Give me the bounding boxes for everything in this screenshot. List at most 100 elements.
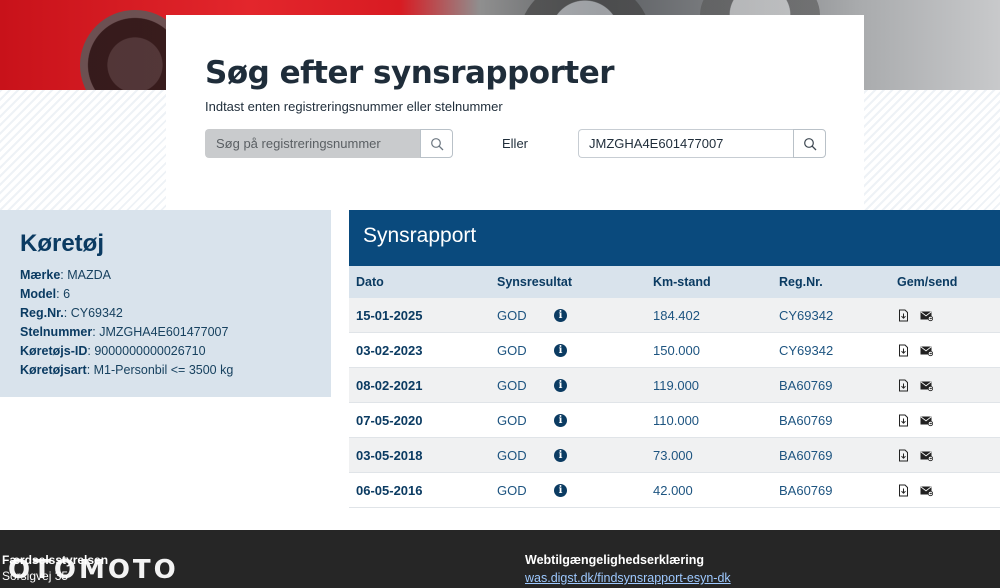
page-title: Søg efter synsrapporter: [205, 55, 615, 91]
table-row[interactable]: 15-01-2025 GOD i 184.402 CY69342: [349, 298, 1000, 333]
table-row[interactable]: 07-05-2020 GOD i 110.000 BA60769: [349, 403, 1000, 438]
vehicle-reg-number: Reg.Nr.: CY69342: [20, 306, 123, 320]
vehicle-panel: Køretøj Mærke: MAZDA Model: 6 Reg.Nr.: C…: [0, 210, 331, 397]
vehicle-field-value: JMZGHA4E601477007: [99, 325, 229, 339]
download-icon[interactable]: [897, 484, 910, 497]
inspection-report-section: Synsrapport Dato Synsresultat Km-stand R…: [349, 210, 1000, 508]
or-label: Eller: [502, 136, 529, 151]
vin-input[interactable]: JMZGHA4E601477007: [578, 129, 793, 158]
reg-search-group: Søg på registreringsnummer: [205, 129, 453, 158]
cell-result: GOD i: [497, 343, 653, 358]
result-text: GOD: [497, 342, 527, 358]
vehicle-make: Mærke: MAZDA: [20, 268, 111, 282]
cell-date[interactable]: 06-05-2016: [349, 483, 497, 498]
cell-km: 42.000: [653, 482, 693, 498]
column-header-result: Synsresultat: [497, 275, 573, 289]
cell-actions: [897, 309, 997, 322]
reg-number-input[interactable]: Søg på registreringsnummer: [205, 129, 420, 158]
download-icon[interactable]: [897, 344, 910, 357]
email-send-icon[interactable]: [920, 344, 933, 357]
vin-search-button[interactable]: [793, 129, 826, 158]
table-row[interactable]: 03-02-2023 GOD i 150.000 CY69342: [349, 333, 1000, 368]
result-text: GOD: [497, 447, 527, 463]
search-subtitle: Indtast enten registreringsnummer eller …: [205, 99, 503, 114]
info-icon[interactable]: i: [554, 378, 567, 392]
email-send-icon[interactable]: [920, 309, 933, 322]
email-send-icon[interactable]: [920, 449, 933, 462]
result-text: GOD: [497, 482, 527, 498]
cell-reg: BA60769: [779, 482, 833, 498]
cell-result: GOD i: [497, 308, 653, 323]
vehicle-field-label: Køretøjs-ID: [20, 344, 88, 358]
info-icon[interactable]: i: [554, 483, 567, 497]
email-send-icon[interactable]: [920, 379, 933, 392]
email-send-icon[interactable]: [920, 414, 933, 427]
table-row[interactable]: 08-02-2021 GOD i 119.000 BA60769: [349, 368, 1000, 403]
download-icon[interactable]: [897, 309, 910, 322]
column-header-date: Dato: [356, 275, 384, 289]
table-row[interactable]: 03-05-2018 GOD i 73.000 BA60769: [349, 438, 1000, 473]
vehicle-field-value: 6: [63, 287, 71, 301]
cell-date[interactable]: 08-02-2021: [349, 378, 497, 393]
cell-km: 73.000: [653, 447, 693, 463]
vehicle-type: Køretøjsart: M1-Personbil <= 3500 kg: [20, 363, 234, 377]
info-icon[interactable]: i: [554, 343, 567, 357]
accessibility-title: Webtilgængelighedserklæring: [525, 553, 704, 567]
vin-search-group: JMZGHA4E601477007: [578, 129, 826, 158]
cell-km: 184.402: [653, 307, 700, 323]
cell-reg: CY69342: [779, 342, 834, 358]
table-header: Dato Synsresultat Km-stand Reg.Nr. Gem/s…: [349, 266, 1000, 298]
column-header-km: Km-stand: [653, 275, 711, 289]
cell-km: 110.000: [653, 412, 700, 428]
column-header-reg: Reg.Nr.: [779, 275, 823, 289]
vehicle-field-value: CY69342: [70, 306, 123, 320]
download-icon[interactable]: [897, 414, 910, 427]
cell-actions: [897, 484, 997, 497]
result-text: GOD: [497, 412, 527, 428]
download-icon[interactable]: [897, 379, 910, 392]
search-icon: [430, 137, 443, 150]
reg-search-button[interactable]: [420, 129, 453, 158]
cell-reg: CY69342: [779, 307, 834, 323]
cell-result: GOD i: [497, 483, 653, 498]
vehicle-vin: Stelnummer: JMZGHA4E601477007: [20, 325, 229, 339]
cell-actions: [897, 344, 997, 357]
vehicle-field-value: 9000000000026710: [94, 344, 206, 358]
cell-actions: [897, 449, 997, 462]
vehicle-title: Køretøj: [20, 230, 104, 257]
vehicle-id: Køretøjs-ID: 9000000000026710: [20, 344, 206, 358]
cell-reg: BA60769: [779, 447, 833, 463]
cell-actions: [897, 414, 997, 427]
table-row[interactable]: 06-05-2016 GOD i 42.000 BA60769: [349, 473, 1000, 508]
vehicle-field-value: M1-Personbil <= 3500 kg: [93, 363, 234, 377]
cell-date[interactable]: 15-01-2025: [349, 308, 497, 323]
download-icon[interactable]: [897, 449, 910, 462]
cell-km: 150.000: [653, 342, 700, 358]
cell-result: GOD i: [497, 378, 653, 393]
cell-date[interactable]: 07-05-2020: [349, 413, 497, 428]
vehicle-field-label: Mærke: [20, 268, 61, 282]
report-rows: 15-01-2025 GOD i 184.402 CY69342 03-02-2023 GO…: [349, 298, 1000, 508]
cell-km: 119.000: [653, 377, 700, 393]
vehicle-field-label: Stelnummer: [20, 325, 93, 339]
vehicle-model: Model: 6: [20, 287, 71, 301]
vehicle-field-label: Køretøjsart: [20, 363, 87, 377]
email-send-icon[interactable]: [920, 484, 933, 497]
vehicle-field-label: Reg.Nr.: [20, 306, 64, 320]
cell-result: GOD i: [497, 413, 653, 428]
cell-date[interactable]: 03-02-2023: [349, 343, 497, 358]
cell-reg: BA60769: [779, 377, 833, 393]
column-header-save-send: Gem/send: [897, 275, 958, 289]
result-text: GOD: [497, 377, 527, 393]
info-icon[interactable]: i: [554, 308, 567, 322]
info-icon[interactable]: i: [554, 448, 567, 462]
search-icon: [803, 137, 816, 150]
cell-result: GOD i: [497, 448, 653, 463]
info-icon[interactable]: i: [554, 413, 567, 427]
cell-date[interactable]: 03-05-2018: [349, 448, 497, 463]
cell-actions: [897, 379, 997, 392]
accessibility-link[interactable]: was.digst.dk/findsynsrapport-esyn-dk: [525, 569, 731, 587]
vehicle-field-label: Model: [20, 287, 57, 301]
search-card: Søg efter synsrapporter Indtast enten re…: [166, 15, 864, 210]
vehicle-field-value: MAZDA: [67, 268, 111, 282]
